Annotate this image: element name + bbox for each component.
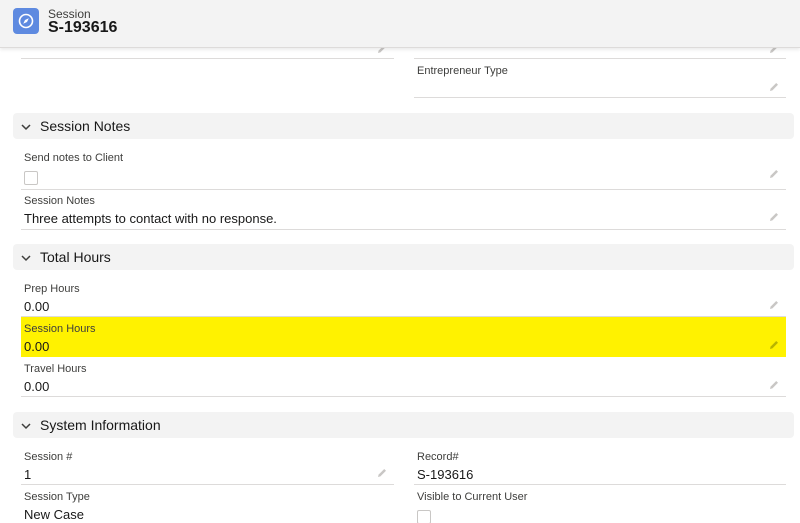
session-number-field: Session # 1 (21, 446, 394, 485)
session-hours-value: 0.00 (24, 339, 50, 354)
record-title: S-193616 (48, 19, 118, 36)
session-hours-field: Session Hours 0.00 (21, 318, 786, 357)
pencil-icon[interactable] (768, 298, 780, 310)
entrepreneur-type-label: Entrepreneur Type (417, 65, 508, 77)
record-number-value: S-193616 (417, 467, 474, 482)
chevron-down-icon (20, 419, 32, 431)
send-notes-checkbox[interactable] (24, 171, 38, 185)
session-notes-value: Three attempts to contact with no respon… (24, 211, 277, 226)
top-right-field (414, 45, 786, 59)
travel-hours-label: Travel Hours (24, 363, 87, 375)
chevron-down-icon (20, 120, 32, 132)
compass-icon (13, 8, 39, 34)
session-notes-field: Session Notes Three attempts to contact … (21, 190, 786, 230)
session-number-value: 1 (24, 467, 32, 482)
visible-to-current-user-field: Visible to Current User (414, 486, 786, 523)
record-number-label: Record# (417, 451, 459, 463)
send-notes-label: Send notes to Client (24, 152, 124, 164)
prep-hours-label: Prep Hours (24, 283, 80, 295)
section-system-information[interactable]: System Information (13, 412, 794, 438)
pencil-icon[interactable] (768, 210, 780, 222)
send-notes-field: Send notes to Client (21, 147, 786, 190)
top-left-field (21, 45, 394, 59)
travel-hours-field: Travel Hours 0.00 (21, 358, 786, 397)
pencil-icon[interactable] (376, 466, 388, 478)
session-type-label: Session Type (24, 491, 90, 503)
record-number-field: Record# S-193616 (414, 446, 786, 485)
pencil-icon[interactable] (768, 80, 780, 92)
session-notes-label: Session Notes (24, 195, 95, 207)
prep-hours-field: Prep Hours 0.00 (21, 278, 786, 317)
section-title: System Information (40, 417, 161, 433)
visible-to-current-user-checkbox (417, 510, 431, 523)
pencil-icon[interactable] (768, 338, 780, 350)
travel-hours-value: 0.00 (24, 379, 50, 394)
entrepreneur-type-field: Entrepreneur Type (414, 60, 786, 98)
section-title: Session Notes (40, 118, 131, 134)
session-number-label: Session # (24, 451, 73, 463)
record-header: Session S-193616 (0, 0, 800, 48)
prep-hours-value: 0.00 (24, 299, 50, 314)
section-total-hours[interactable]: Total Hours (13, 244, 794, 270)
session-type-field: Session Type New Case (21, 486, 394, 523)
pencil-icon[interactable] (768, 167, 780, 179)
chevron-down-icon (20, 251, 32, 263)
section-title: Total Hours (40, 249, 111, 265)
session-type-value: New Case (24, 507, 84, 522)
session-hours-label: Session Hours (24, 323, 96, 335)
visible-to-current-user-label: Visible to Current User (417, 491, 528, 503)
section-session-notes[interactable]: Session Notes (13, 113, 794, 139)
pencil-icon[interactable] (768, 378, 780, 390)
